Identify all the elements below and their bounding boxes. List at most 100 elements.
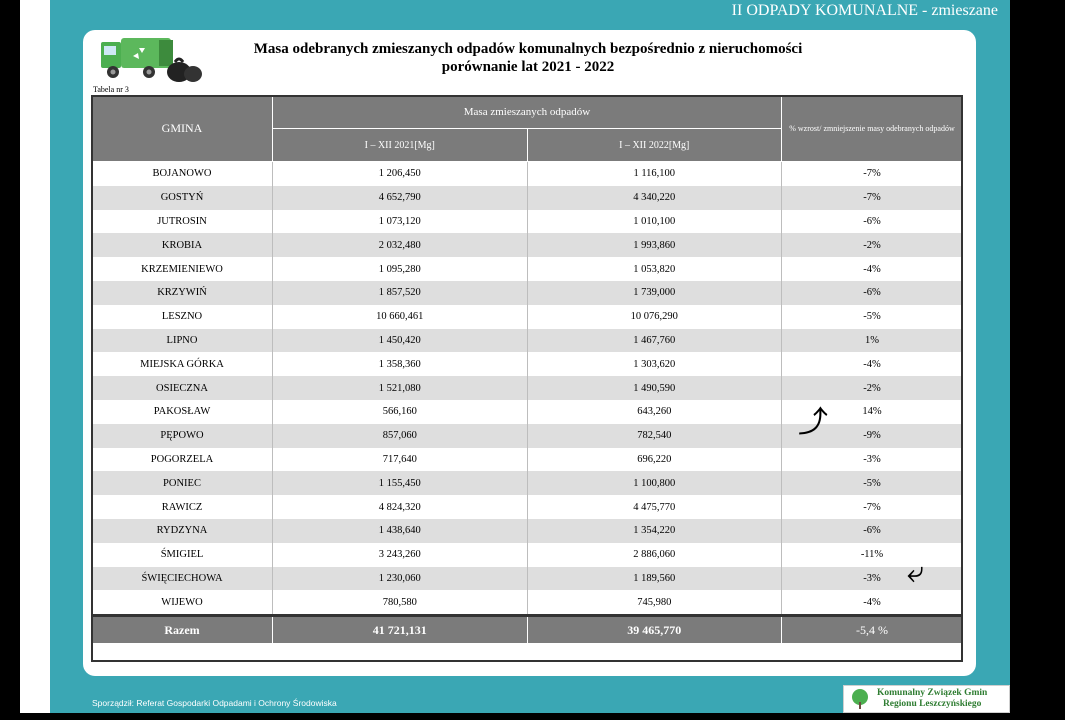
- table-row: JUTROSIN 1 073,120 1 010,100 -6%: [91, 209, 963, 234]
- header-2021: I – XII 2021[Mg]: [272, 128, 528, 162]
- total-pct: -5,4 %: [781, 614, 963, 644]
- slide-page: II ODPADY KOMUNALNE - zmieszane Masa ode…: [50, 0, 1010, 713]
- cell-v2021: 717,640: [272, 447, 528, 472]
- header-2022: I – XII 2022[Mg]: [526, 128, 782, 162]
- cell-pct: -4%: [781, 257, 963, 281]
- document-title-line1: Masa odebranych zmieszanych odpadów komu…: [253, 41, 803, 57]
- cell-v2022: 1 189,560: [526, 566, 782, 591]
- cell-gmina: GOSTYŃ: [91, 185, 273, 210]
- header-percent-change: % wzrost/ zmniejszenie masy odebranych o…: [781, 95, 963, 162]
- cell-pct: -2%: [781, 376, 963, 400]
- cell-v2021: 857,060: [272, 423, 528, 448]
- cell-pct: -7%: [781, 185, 963, 210]
- organization-logo: Komunalny Związek Gmin Regionu Leszczyńs…: [843, 685, 1010, 713]
- cell-pct: -3%: [781, 566, 963, 591]
- cell-v2021: 4 824,320: [272, 495, 528, 519]
- cell-gmina: RYDZYNA: [91, 518, 273, 543]
- table-row: PĘPOWO 857,060 782,540 -9%: [91, 423, 963, 448]
- table-row: OSIECZNA 1 521,080 1 490,590 -2%: [91, 376, 963, 400]
- cell-v2022: 2 886,060: [526, 542, 782, 567]
- slide-header-title: II ODPADY KOMUNALNE - zmieszane: [731, 2, 998, 19]
- document-title-line2: porównanie lat 2021 - 2022: [441, 59, 615, 75]
- cell-pct: -4%: [781, 352, 963, 377]
- cell-v2021: 780,580: [272, 590, 528, 616]
- curved-down-arrow-icon: ⤶: [907, 556, 924, 589]
- viewer-right-margin: [1010, 0, 1065, 720]
- cell-v2022: 1 739,000: [526, 280, 782, 305]
- cell-gmina: LIPNO: [91, 328, 273, 353]
- cell-gmina: RAWICZ: [91, 495, 273, 519]
- table-row: ŚWIĘCIECHOWA 1 230,060 1 189,560 -3%: [91, 566, 963, 591]
- table-row: POGORZELA 717,640 696,220 -3%: [91, 447, 963, 472]
- cell-gmina: LESZNO: [91, 304, 273, 329]
- cell-gmina: POGORZELA: [91, 447, 273, 472]
- garbage-truck-icon: [101, 38, 202, 82]
- cell-pct: -6%: [781, 518, 963, 543]
- table-row: KRZYWIŃ 1 857,520 1 739,000 -6%: [91, 280, 963, 305]
- cell-pct: -5%: [781, 471, 963, 496]
- cell-v2021: 3 243,260: [272, 542, 528, 567]
- cell-v2022: 1 490,590: [526, 376, 782, 400]
- table-row: ŚMIGIEL 3 243,260 2 886,060 -11%: [91, 542, 963, 567]
- tree-logo-icon: [852, 689, 868, 709]
- waste-mass-table: GMINA Masa zmieszanych odpadów % wzrost/…: [91, 95, 963, 644]
- cell-v2021: 1 230,060: [272, 566, 528, 591]
- cell-v2022: 696,220: [526, 447, 782, 472]
- table-row: MIEJSKA GÓRKA 1 358,360 1 303,620 -4%: [91, 352, 963, 377]
- cell-pct: -3%: [781, 447, 963, 472]
- cell-v2021: 2 032,480: [272, 233, 528, 258]
- cell-v2022: 782,540: [526, 423, 782, 448]
- cell-v2022: 1 993,860: [526, 233, 782, 258]
- cell-pct: -2%: [781, 233, 963, 258]
- table-row: RAWICZ 4 824,320 4 475,770 -7%: [91, 495, 963, 519]
- cell-pct: -5%: [781, 304, 963, 329]
- cell-v2022: 1 053,820: [526, 257, 782, 281]
- table-row: RYDZYNA 1 438,640 1 354,220 -6%: [91, 518, 963, 543]
- logo-line2: Regionu Leszczyńskiego: [882, 699, 982, 709]
- cell-v2022: 1 467,760: [526, 328, 782, 353]
- table-row: LESZNO 10 660,461 10 076,290 -5%: [91, 304, 963, 329]
- cell-gmina: PAKOSŁAW: [91, 399, 273, 424]
- cell-v2022: 1 010,100: [526, 209, 782, 234]
- cell-gmina: MIEJSKA GÓRKA: [91, 352, 273, 377]
- cell-v2021: 10 660,461: [272, 304, 528, 329]
- cell-v2021: 4 652,790: [272, 185, 528, 210]
- content-card: Masa odebranych zmieszanych odpadów komu…: [83, 30, 976, 676]
- table-row: PAKOSŁAW 566,160 643,260 14%: [91, 399, 963, 424]
- cell-pct: -4%: [781, 590, 963, 616]
- cell-v2021: 1 857,520: [272, 280, 528, 305]
- cell-gmina: WIJEWO: [91, 590, 273, 616]
- cell-v2022: 745,980: [526, 590, 782, 616]
- cell-gmina: ŚMIGIEL: [91, 542, 273, 567]
- cell-gmina: PONIEC: [91, 471, 273, 496]
- table-row: KROBIA 2 032,480 1 993,860 -2%: [91, 233, 963, 258]
- table-row: LIPNO 1 450,420 1 467,760 1%: [91, 328, 963, 353]
- cell-pct: -6%: [781, 209, 963, 234]
- cell-v2022: 4 340,220: [526, 185, 782, 210]
- curved-up-arrow-icon: ⤴: [798, 406, 828, 439]
- cell-v2021: 1 073,120: [272, 209, 528, 234]
- cell-v2021: 1 155,450: [272, 471, 528, 496]
- cell-gmina: OSIECZNA: [91, 376, 273, 400]
- cell-gmina: KRZEMIENIEWO: [91, 257, 273, 281]
- cell-v2022: 4 475,770: [526, 495, 782, 519]
- cell-v2021: 566,160: [272, 399, 528, 424]
- cell-v2021: 1 450,420: [272, 328, 528, 353]
- viewer-left-margin: [20, 0, 50, 713]
- cell-pct: -6%: [781, 280, 963, 305]
- table-number-label: Tabela nr 3: [93, 85, 129, 94]
- table-row: GOSTYŃ 4 652,790 4 340,220 -7%: [91, 185, 963, 210]
- cell-v2022: 1 116,100: [526, 161, 782, 186]
- document-title: Masa odebranych zmieszanych odpadów komu…: [223, 40, 833, 76]
- cell-gmina: JUTROSIN: [91, 209, 273, 234]
- cell-v2022: 1 303,620: [526, 352, 782, 377]
- table-row: BOJANOWO 1 206,450 1 116,100 -7%: [91, 161, 963, 186]
- cell-gmina: KROBIA: [91, 233, 273, 258]
- cell-pct: 1%: [781, 328, 963, 353]
- total-gmina: Razem: [91, 614, 273, 644]
- cell-v2022: 1 100,800: [526, 471, 782, 496]
- cell-v2022: 643,260: [526, 399, 782, 424]
- cell-v2021: 1 095,280: [272, 257, 528, 281]
- cell-v2021: 1 206,450: [272, 161, 528, 186]
- header-mass-group: Masa zmieszanych odpadów: [272, 95, 782, 129]
